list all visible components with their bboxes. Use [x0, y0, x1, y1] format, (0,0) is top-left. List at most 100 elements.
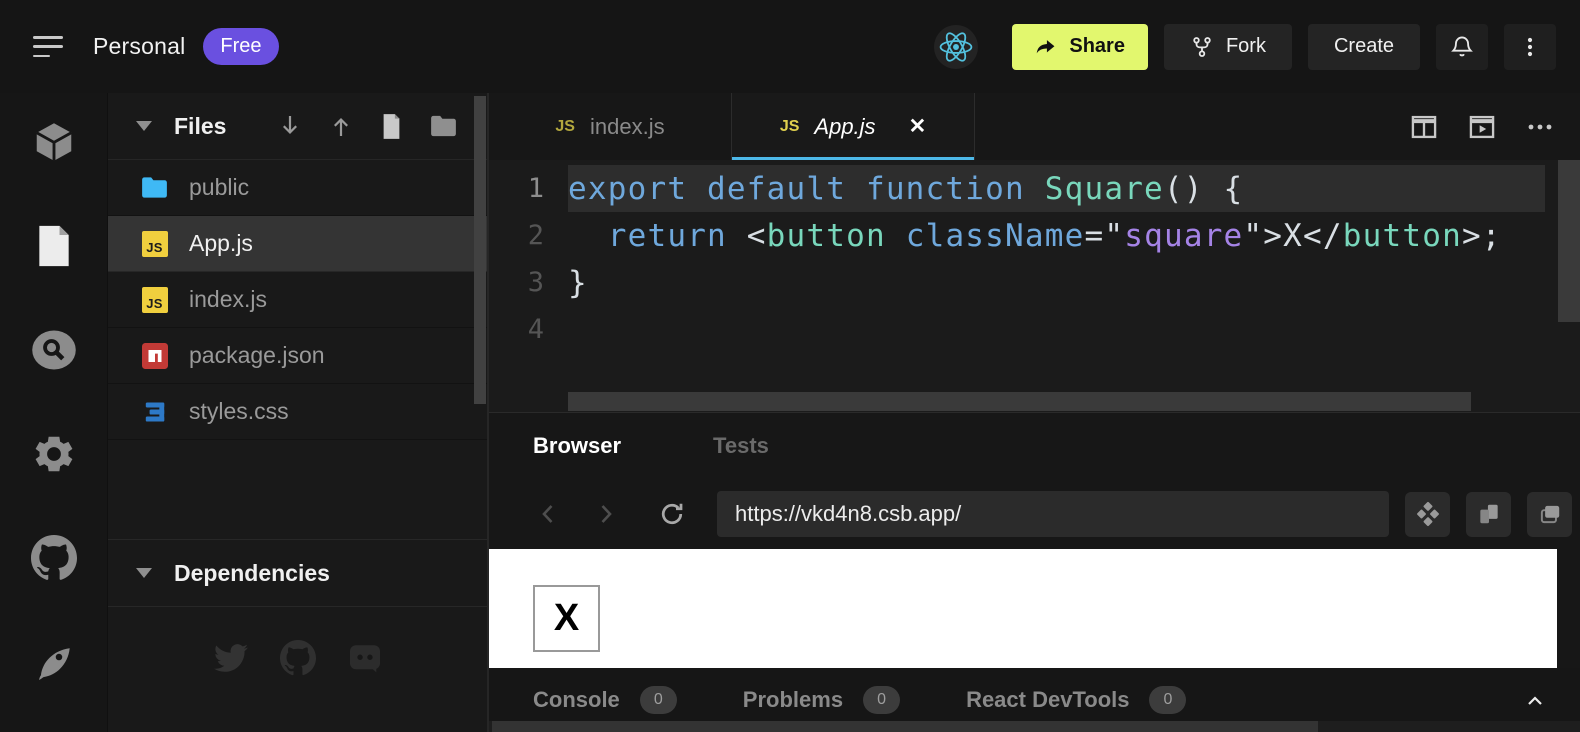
- editor-tabbar-actions: [1410, 93, 1580, 160]
- preview-toggle-icon[interactable]: [1468, 114, 1496, 140]
- editor-tab-list: JSindex.jsJSApp.js✕: [489, 93, 975, 160]
- files-panel-header: Files: [108, 93, 487, 160]
- editor-vertical-scrollbar[interactable]: [1558, 160, 1580, 322]
- browser-tab-browser[interactable]: Browser: [533, 433, 621, 459]
- files-collapse-chevron-icon[interactable]: [136, 121, 152, 131]
- console-tab-react-devtools[interactable]: React DevTools0: [966, 686, 1186, 714]
- open-in-new-window-button[interactable]: [1527, 492, 1572, 537]
- more-options-button[interactable]: [1504, 24, 1556, 70]
- code-token: className: [906, 218, 1085, 254]
- code-token: Square: [1045, 171, 1164, 207]
- code-line-2[interactable]: 2 return <button className="square">X</b…: [489, 212, 1580, 259]
- browser-preview: X: [489, 549, 1557, 668]
- dependencies-collapse-chevron-icon[interactable]: [136, 568, 152, 578]
- count-badge: 0: [1149, 686, 1186, 714]
- discord-icon[interactable]: [346, 639, 383, 676]
- url-input[interactable]: [735, 501, 1371, 527]
- square-button[interactable]: X: [533, 585, 600, 652]
- console-scrollbar[interactable]: [492, 721, 1318, 732]
- code-token: }: [568, 265, 588, 301]
- create-button[interactable]: Create: [1308, 24, 1420, 70]
- split-view-icon[interactable]: [1410, 114, 1438, 140]
- console-tab-list: Console0 Problems0 React DevTools0: [533, 686, 1252, 714]
- download-icon[interactable]: [278, 113, 302, 139]
- file-row-public[interactable]: public: [108, 160, 487, 216]
- twitter-icon[interactable]: [212, 639, 249, 676]
- preview-settings-button[interactable]: [1405, 492, 1450, 537]
- editor-column: JSindex.jsJSApp.js✕: [489, 93, 1580, 732]
- share-arrow-icon: [1035, 36, 1057, 58]
- bell-icon: [1449, 34, 1475, 60]
- file-row-app-js[interactable]: JS App.js: [108, 216, 487, 272]
- close-tab-icon[interactable]: ✕: [909, 116, 927, 137]
- files-panel-scrollbar[interactable]: [474, 96, 486, 404]
- code-token: >;: [1462, 218, 1502, 254]
- upload-icon[interactable]: [329, 113, 353, 139]
- file-name: index.js: [189, 286, 267, 313]
- code-token: square: [1124, 218, 1243, 254]
- js-file-icon: JS: [142, 287, 168, 313]
- notifications-button[interactable]: [1436, 24, 1488, 70]
- file-list: public JS App.js JS index.js package.json styl…: [108, 160, 487, 440]
- file-row-index-js[interactable]: JS index.js: [108, 272, 487, 328]
- new-file-icon[interactable]: [380, 113, 403, 140]
- new-folder-icon[interactable]: [430, 114, 457, 138]
- line-number: 1: [489, 173, 568, 204]
- files-panel-title: Files: [174, 113, 226, 140]
- file-name: styles.css: [189, 398, 289, 425]
- activity-bar: [0, 93, 107, 732]
- code-editor[interactable]: 1export default function Square() {2 ret…: [489, 160, 1580, 412]
- responsive-mode-button[interactable]: [1466, 492, 1511, 537]
- forward-icon[interactable]: [595, 500, 617, 528]
- top-bar: Personal Free Share: [0, 0, 1580, 93]
- share-button[interactable]: Share: [1012, 24, 1148, 70]
- url-bar[interactable]: [717, 491, 1389, 537]
- editor-tab-label: index.js: [590, 114, 665, 140]
- deploy-rocket-icon[interactable]: [31, 639, 77, 685]
- editor-tab-app-js[interactable]: JSApp.js✕: [732, 93, 975, 160]
- github-footer-icon[interactable]: [279, 639, 316, 676]
- code-token: return: [608, 218, 727, 254]
- code-token: [886, 218, 906, 254]
- back-icon[interactable]: [537, 500, 559, 528]
- github-icon[interactable]: [31, 535, 77, 581]
- plan-badge: Free: [203, 28, 278, 65]
- code-line-3[interactable]: 3}: [489, 259, 1580, 306]
- browser-tab-tests[interactable]: Tests: [713, 433, 769, 459]
- js-file-icon: JS: [141, 230, 168, 257]
- settings-gear-icon[interactable]: [31, 431, 77, 477]
- editor-tab-bar: JSindex.jsJSApp.js✕: [489, 93, 1580, 160]
- console-tab-problems[interactable]: Problems0: [743, 686, 900, 714]
- files-panel-actions: [278, 113, 457, 140]
- code-token: <: [727, 218, 767, 254]
- fork-button[interactable]: Fork: [1164, 24, 1292, 70]
- editor-more-icon[interactable]: [1526, 115, 1554, 139]
- npm-file-icon: [141, 342, 168, 369]
- file-row-styles-css[interactable]: styles.css: [108, 384, 487, 440]
- search-icon[interactable]: [31, 327, 77, 373]
- code-token: button: [1343, 218, 1462, 254]
- console-bar: Console0 Problems0 React DevTools0: [489, 668, 1580, 732]
- file-row-package-json[interactable]: package.json: [108, 328, 487, 384]
- files-explorer-icon[interactable]: [31, 223, 77, 269]
- js-file-icon: JS: [141, 286, 168, 313]
- menu-icon[interactable]: [33, 36, 63, 57]
- editor-tab-index-js[interactable]: JSindex.js: [489, 93, 732, 160]
- code-line-1[interactable]: 1export default function Square() {: [489, 165, 1580, 212]
- file-name: App.js: [189, 230, 253, 257]
- console-tab-console[interactable]: Console0: [533, 686, 677, 714]
- console-expand-chevron-icon[interactable]: [1526, 693, 1580, 707]
- code-line-text: [568, 306, 1545, 353]
- editor-horizontal-scrollbar[interactable]: [568, 392, 1471, 411]
- workspace-name[interactable]: Personal: [93, 33, 185, 60]
- kebab-menu-icon: [1518, 35, 1542, 59]
- js-file-icon: JS: [142, 231, 168, 257]
- code-line-text: return <button className="square">X</but…: [568, 212, 1545, 259]
- sandbox-cube-icon[interactable]: [31, 119, 77, 165]
- refresh-icon[interactable]: [657, 499, 687, 529]
- code-line-text: }: [568, 259, 1545, 306]
- browser-nav-bar: [489, 479, 1580, 549]
- js-tab-icon: JS: [780, 118, 800, 136]
- code-line-4[interactable]: 4: [489, 306, 1580, 353]
- social-links: [108, 639, 487, 676]
